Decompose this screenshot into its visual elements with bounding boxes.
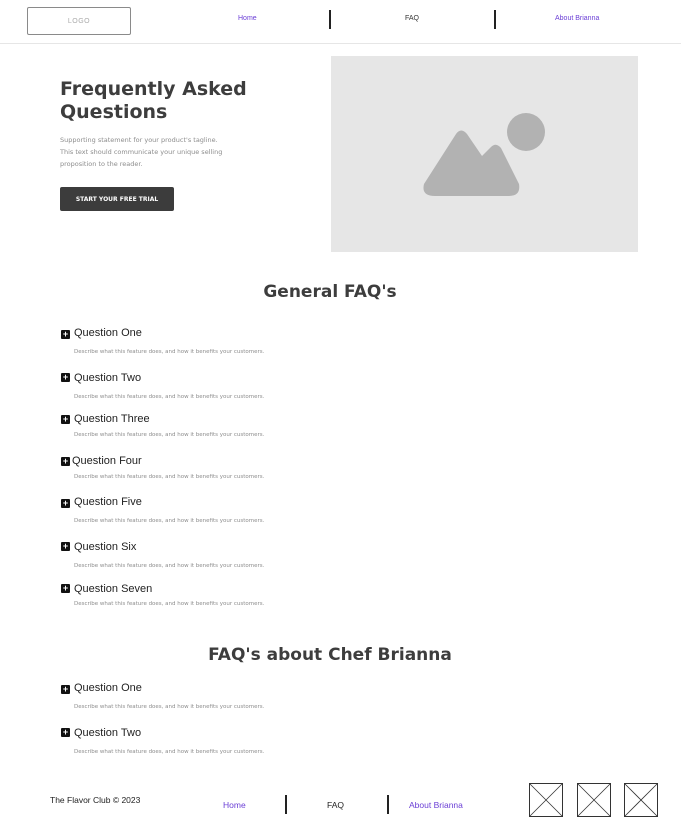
footer-home-link[interactable]: Home xyxy=(223,800,246,810)
faq-question[interactable]: Question Two xyxy=(74,727,141,739)
hero-image xyxy=(331,56,638,252)
faq-answer: Describe what this feature does, and how… xyxy=(74,349,265,355)
hero-subtitle: Supporting statement for your product's … xyxy=(60,134,250,170)
nav-about-link[interactable]: About Brianna xyxy=(555,15,599,22)
page-title: Frequently Asked Questions xyxy=(60,78,280,124)
image-placeholder-icon xyxy=(423,113,545,196)
expand-plus-icon[interactable]: + xyxy=(61,415,70,424)
nav-divider xyxy=(494,10,496,29)
nav-divider xyxy=(329,10,331,29)
page-title-line: Frequently Asked xyxy=(60,78,247,100)
faq-answer: Describe what this feature does, and how… xyxy=(74,601,265,607)
faq-question[interactable]: Question Seven xyxy=(74,583,152,595)
faq-answer: Describe what this feature does, and how… xyxy=(74,394,265,400)
expand-plus-icon[interactable]: + xyxy=(61,728,70,737)
faq-question[interactable]: Question One xyxy=(74,682,142,694)
expand-plus-icon[interactable]: + xyxy=(61,685,70,694)
social-placeholder-icon[interactable] xyxy=(577,783,611,817)
faq-question[interactable]: Question Six xyxy=(74,541,136,553)
logo[interactable]: LOGO xyxy=(27,7,131,35)
faq-question[interactable]: Question Four xyxy=(72,455,142,467)
expand-plus-icon[interactable]: + xyxy=(61,373,70,382)
start-free-trial-button[interactable]: START YOUR FREE TRIAL xyxy=(60,187,174,211)
footer-faq-link[interactable]: FAQ xyxy=(327,800,344,810)
faq-answer: Describe what this feature does, and how… xyxy=(74,474,265,480)
hero-subtitle-line: This text should communicate your unique… xyxy=(60,148,223,156)
footer-about-link[interactable]: About Brianna xyxy=(409,800,463,810)
faq-question[interactable]: Question Five xyxy=(74,496,142,508)
faq-answer: Describe what this feature does, and how… xyxy=(74,563,265,569)
chef-faq-heading: FAQ's about Chef Brianna xyxy=(208,645,452,665)
expand-plus-icon[interactable]: + xyxy=(61,457,70,466)
page-title-line: Questions xyxy=(60,101,168,123)
general-faq-heading: General FAQ's xyxy=(263,282,397,302)
nav-faq-link[interactable]: FAQ xyxy=(405,15,419,22)
faq-answer: Describe what this feature does, and how… xyxy=(74,432,265,438)
social-placeholder-icon[interactable] xyxy=(624,783,658,817)
footer-copyright: The Flavor Club © 2023 xyxy=(50,795,141,805)
nav-home-link[interactable]: Home xyxy=(238,15,257,22)
hero-subtitle-line: Supporting statement for your product's … xyxy=(60,136,218,144)
expand-plus-icon[interactable]: + xyxy=(61,330,70,339)
hero-subtitle-line: proposition to the reader. xyxy=(60,160,143,168)
footer-nav-divider xyxy=(387,795,389,814)
expand-plus-icon[interactable]: + xyxy=(61,584,70,593)
header-divider xyxy=(0,43,681,44)
expand-plus-icon[interactable]: + xyxy=(61,499,70,508)
faq-question[interactable]: Question One xyxy=(74,327,142,339)
expand-plus-icon[interactable]: + xyxy=(61,542,70,551)
faq-question[interactable]: Question Three xyxy=(74,413,150,425)
faq-question[interactable]: Question Two xyxy=(74,372,141,384)
faq-answer: Describe what this feature does, and how… xyxy=(74,518,265,524)
faq-answer: Describe what this feature does, and how… xyxy=(74,704,265,710)
footer-nav-divider xyxy=(285,795,287,814)
faq-answer: Describe what this feature does, and how… xyxy=(74,749,265,755)
social-placeholder-icon[interactable] xyxy=(529,783,563,817)
